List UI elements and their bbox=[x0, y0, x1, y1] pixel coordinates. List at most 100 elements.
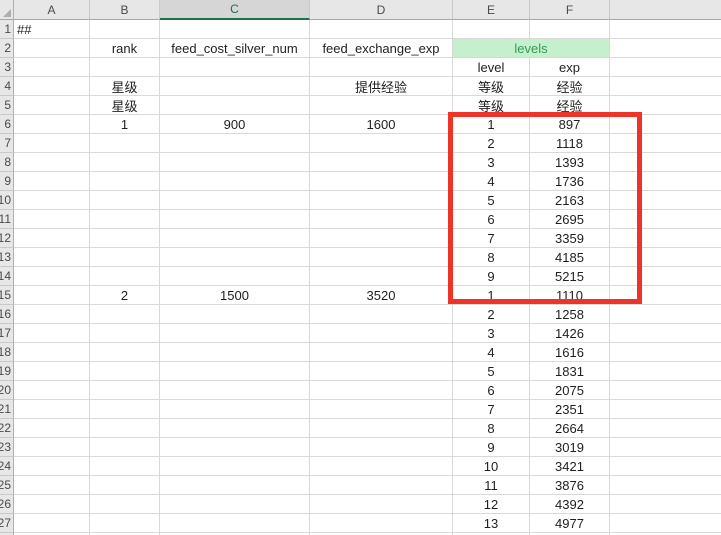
cell-F23[interactable]: 3019 bbox=[530, 438, 610, 457]
cell-D15[interactable]: 3520 bbox=[310, 286, 453, 305]
cell-C2[interactable]: feed_cost_silver_num bbox=[160, 39, 310, 58]
cell-G18[interactable] bbox=[610, 343, 721, 362]
row-header-14[interactable]: 14 bbox=[0, 267, 14, 286]
cell-G19[interactable] bbox=[610, 362, 721, 381]
cell-C21[interactable] bbox=[160, 400, 310, 419]
cell-E23[interactable]: 9 bbox=[453, 438, 530, 457]
column-header-empty[interactable] bbox=[610, 0, 721, 20]
cell-A9[interactable] bbox=[14, 172, 90, 191]
cell-D23[interactable] bbox=[310, 438, 453, 457]
row-header-8[interactable]: 8 bbox=[0, 153, 14, 172]
cell-F6[interactable]: 897 bbox=[530, 115, 610, 134]
cell-D24[interactable] bbox=[310, 457, 453, 476]
cell-C5[interactable] bbox=[160, 96, 310, 115]
cell-C24[interactable] bbox=[160, 457, 310, 476]
row-header-15[interactable]: 15 bbox=[0, 286, 14, 305]
cell-F9[interactable]: 1736 bbox=[530, 172, 610, 191]
cell-B15[interactable]: 2 bbox=[90, 286, 160, 305]
cell-C11[interactable] bbox=[160, 210, 310, 229]
cell-B16[interactable] bbox=[90, 305, 160, 324]
cell-B1[interactable] bbox=[90, 20, 160, 39]
cell-A17[interactable] bbox=[14, 324, 90, 343]
cell-A4[interactable] bbox=[14, 77, 90, 96]
cell-E15[interactable]: 1 bbox=[453, 286, 530, 305]
cell-G21[interactable] bbox=[610, 400, 721, 419]
cell-C14[interactable] bbox=[160, 267, 310, 286]
cell-E20[interactable]: 6 bbox=[453, 381, 530, 400]
cell-D4[interactable]: 提供经验 bbox=[310, 77, 453, 96]
column-header-D[interactable]: D bbox=[310, 0, 453, 20]
cell-C9[interactable] bbox=[160, 172, 310, 191]
cell-E19[interactable]: 5 bbox=[453, 362, 530, 381]
cell-G11[interactable] bbox=[610, 210, 721, 229]
row-header-4[interactable]: 4 bbox=[0, 77, 14, 96]
column-header-A[interactable]: A bbox=[14, 0, 90, 20]
cell-G1[interactable] bbox=[610, 20, 721, 39]
cell-F3[interactable]: exp bbox=[530, 58, 610, 77]
cell-D27[interactable] bbox=[310, 514, 453, 533]
cell-E27[interactable]: 13 bbox=[453, 514, 530, 533]
cell-B21[interactable] bbox=[90, 400, 160, 419]
cell-A20[interactable] bbox=[14, 381, 90, 400]
cell-G24[interactable] bbox=[610, 457, 721, 476]
cell-D22[interactable] bbox=[310, 419, 453, 438]
cell-E9[interactable]: 4 bbox=[453, 172, 530, 191]
row-header-6[interactable]: 6 bbox=[0, 115, 14, 134]
cell-E26[interactable]: 12 bbox=[453, 495, 530, 514]
cell-E18[interactable]: 4 bbox=[453, 343, 530, 362]
select-all-corner[interactable] bbox=[0, 0, 14, 20]
cell-F5[interactable]: 经验 bbox=[530, 96, 610, 115]
cell-E7[interactable]: 2 bbox=[453, 134, 530, 153]
column-header-F[interactable]: F bbox=[530, 0, 610, 20]
cell-E1[interactable] bbox=[453, 20, 530, 39]
cell-A19[interactable] bbox=[14, 362, 90, 381]
row-header-26[interactable]: 26 bbox=[0, 495, 14, 514]
cell-G22[interactable] bbox=[610, 419, 721, 438]
cell-D14[interactable] bbox=[310, 267, 453, 286]
cell-G6[interactable] bbox=[610, 115, 721, 134]
cell-B24[interactable] bbox=[90, 457, 160, 476]
cell-G25[interactable] bbox=[610, 476, 721, 495]
cell-C6[interactable]: 900 bbox=[160, 115, 310, 134]
cell-D26[interactable] bbox=[310, 495, 453, 514]
cell-C4[interactable] bbox=[160, 77, 310, 96]
cell-G14[interactable] bbox=[610, 267, 721, 286]
cell-B14[interactable] bbox=[90, 267, 160, 286]
cell-E2[interactable]: levels bbox=[453, 39, 610, 58]
row-header-10[interactable]: 10 bbox=[0, 191, 14, 210]
cell-F24[interactable]: 3421 bbox=[530, 457, 610, 476]
cell-A13[interactable] bbox=[14, 248, 90, 267]
cell-F7[interactable]: 1118 bbox=[530, 134, 610, 153]
cell-E3[interactable]: level bbox=[453, 58, 530, 77]
cell-B2[interactable]: rank bbox=[90, 39, 160, 58]
cell-D9[interactable] bbox=[310, 172, 453, 191]
cell-G4[interactable] bbox=[610, 77, 721, 96]
cell-D17[interactable] bbox=[310, 324, 453, 343]
cell-B22[interactable] bbox=[90, 419, 160, 438]
cell-C23[interactable] bbox=[160, 438, 310, 457]
cell-G23[interactable] bbox=[610, 438, 721, 457]
row-header-20[interactable]: 20 bbox=[0, 381, 14, 400]
row-header-27[interactable]: 27 bbox=[0, 514, 14, 533]
cell-A15[interactable] bbox=[14, 286, 90, 305]
cell-D20[interactable] bbox=[310, 381, 453, 400]
cell-F22[interactable]: 2664 bbox=[530, 419, 610, 438]
cell-A25[interactable] bbox=[14, 476, 90, 495]
cell-G9[interactable] bbox=[610, 172, 721, 191]
cell-A12[interactable] bbox=[14, 229, 90, 248]
cell-C27[interactable] bbox=[160, 514, 310, 533]
row-header-1[interactable]: 1 bbox=[0, 20, 14, 39]
cell-A21[interactable] bbox=[14, 400, 90, 419]
cell-F14[interactable]: 5215 bbox=[530, 267, 610, 286]
cell-C1[interactable] bbox=[160, 20, 310, 39]
cell-B18[interactable] bbox=[90, 343, 160, 362]
cell-G3[interactable] bbox=[610, 58, 721, 77]
cell-B8[interactable] bbox=[90, 153, 160, 172]
cell-C19[interactable] bbox=[160, 362, 310, 381]
row-header-24[interactable]: 24 bbox=[0, 457, 14, 476]
cell-E8[interactable]: 3 bbox=[453, 153, 530, 172]
row-header-9[interactable]: 9 bbox=[0, 172, 14, 191]
cell-F19[interactable]: 1831 bbox=[530, 362, 610, 381]
cell-E24[interactable]: 10 bbox=[453, 457, 530, 476]
cell-D13[interactable] bbox=[310, 248, 453, 267]
